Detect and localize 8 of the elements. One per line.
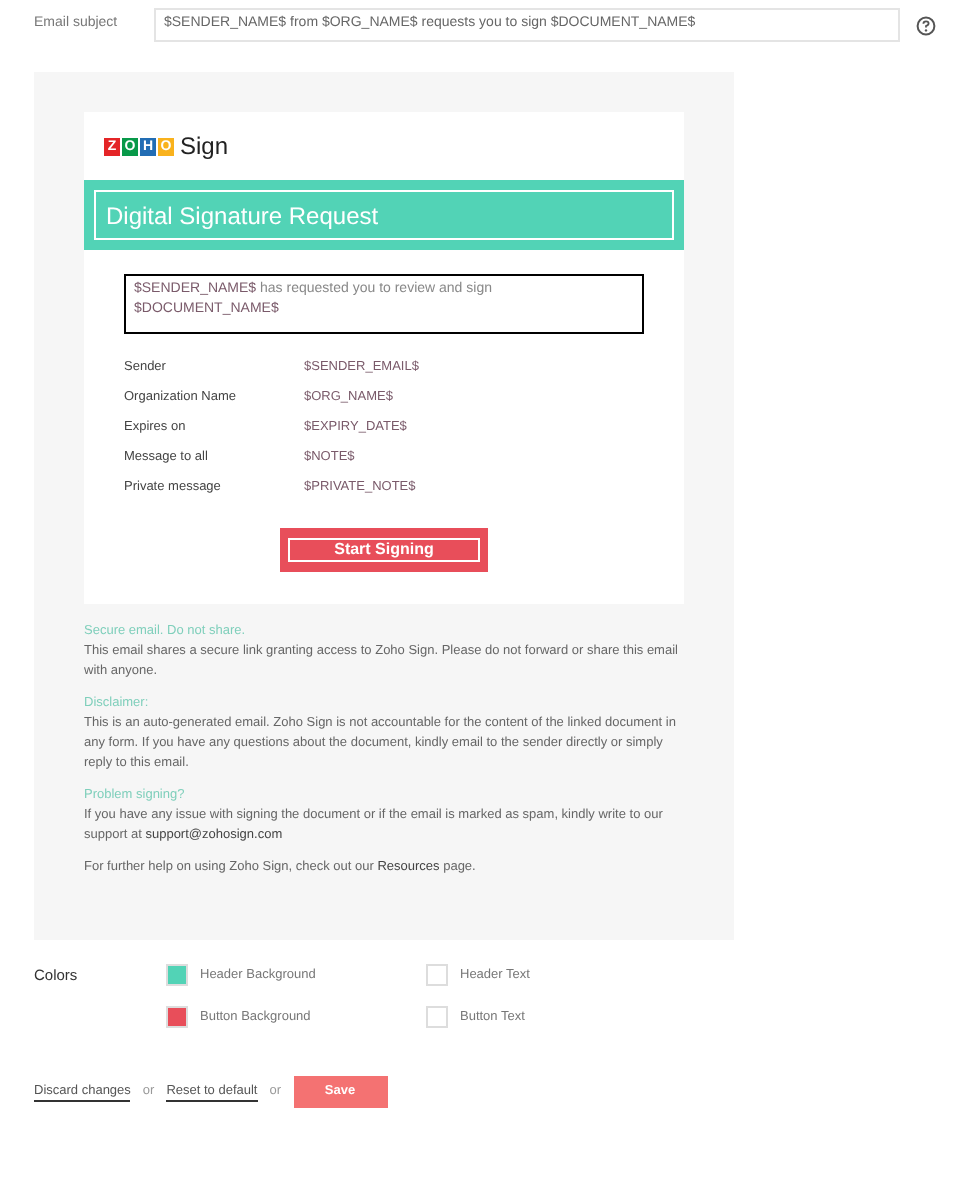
color-swatch[interactable]	[426, 1006, 448, 1028]
logo-text: Sign	[180, 130, 229, 164]
color-swatch[interactable]	[166, 964, 188, 986]
start-signing-button[interactable]: Start Signing	[280, 528, 488, 572]
color-swatch[interactable]	[166, 1006, 188, 1028]
header-title: Digital Signature Request	[94, 190, 674, 240]
help-icon[interactable]	[916, 15, 936, 35]
color-swatch[interactable]	[426, 964, 448, 986]
